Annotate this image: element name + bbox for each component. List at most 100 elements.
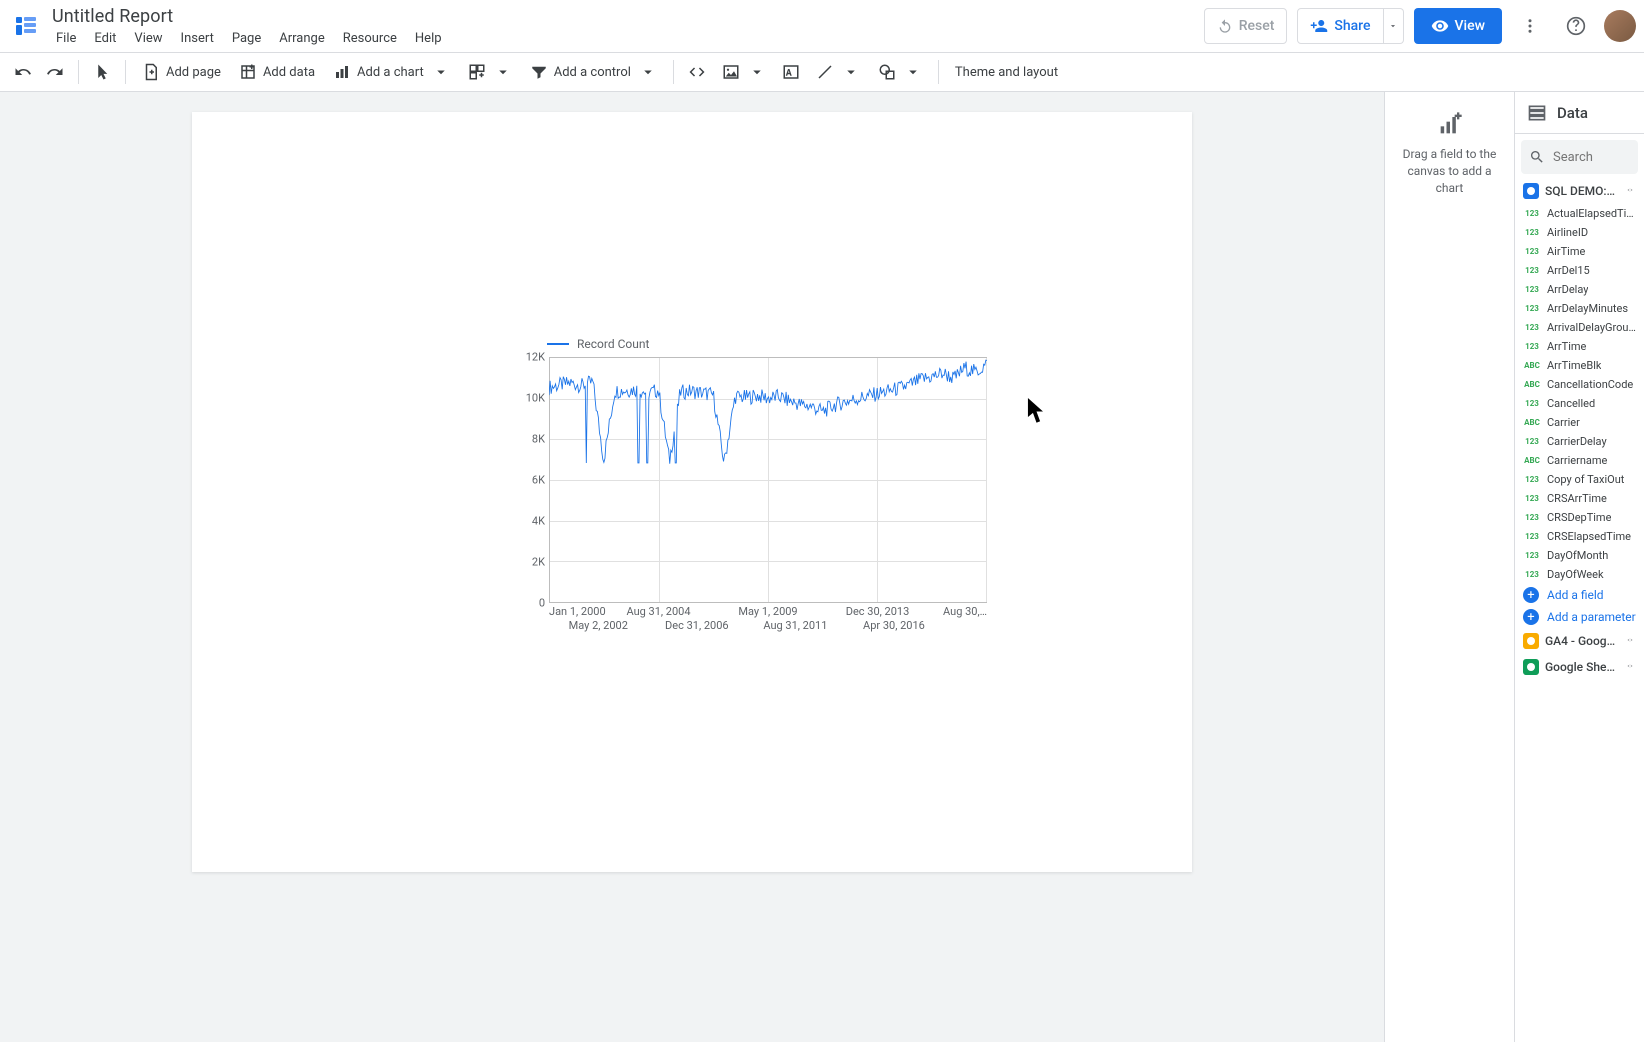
bq-icon xyxy=(1523,183,1539,199)
undo-button[interactable] xyxy=(8,57,38,87)
datasource-row[interactable]: GA4 - Google Merc… xyxy=(1515,628,1644,654)
separator xyxy=(673,60,674,84)
field-row[interactable]: 123ArrivalDelayGroups xyxy=(1515,318,1644,337)
field-row[interactable]: 123ArrTime xyxy=(1515,337,1644,356)
app-logo[interactable] xyxy=(12,12,40,40)
chart[interactable]: Record Count 02K4K6K8K10K12K Jan 1, 2000… xyxy=(517,337,987,657)
field-row[interactable]: 123ArrDel15 xyxy=(1515,261,1644,280)
field-name: ArrTime xyxy=(1547,340,1586,353)
field-name: Copy of TaxiOut xyxy=(1547,473,1624,486)
x-tick-label: May 2, 2002 xyxy=(569,619,628,632)
menu-resource[interactable]: Resource xyxy=(335,28,405,49)
menu-edit[interactable]: Edit xyxy=(86,28,124,49)
field-type-badge: 123 xyxy=(1523,304,1541,313)
field-name: CRSElapsedTime xyxy=(1547,530,1631,543)
datasource-name: SQL DEMO: faa_fli… xyxy=(1545,184,1618,198)
drop-panel[interactable]: Drag a field to the canvas to add a char… xyxy=(1384,92,1514,1042)
field-row[interactable]: 123CarrierDelay xyxy=(1515,432,1644,451)
x-tick-label: Jan 1, 2000 xyxy=(549,605,606,618)
field-row[interactable]: 123CRSDepTime xyxy=(1515,508,1644,527)
embed-button[interactable] xyxy=(682,57,712,87)
add-parameter-button[interactable]: +Add a parameter xyxy=(1515,606,1644,628)
search-input[interactable] xyxy=(1553,150,1630,165)
canvas-page[interactable]: Record Count 02K4K6K8K10K12K Jan 1, 2000… xyxy=(192,112,1192,872)
field-name: ArrDel15 xyxy=(1547,264,1590,277)
share-dropdown[interactable] xyxy=(1384,8,1404,44)
field-row[interactable]: 123DayOfWeek xyxy=(1515,565,1644,584)
field-row[interactable]: 123Cancelled xyxy=(1515,394,1644,413)
avatar[interactable] xyxy=(1604,10,1636,42)
more-button[interactable] xyxy=(1512,8,1548,44)
caret-down-icon xyxy=(842,63,860,81)
add-data-button[interactable]: Add data xyxy=(231,57,323,87)
menu-insert[interactable]: Insert xyxy=(173,28,222,49)
line-button[interactable] xyxy=(808,57,868,87)
add-field-button[interactable]: +Add a field xyxy=(1515,584,1644,606)
expand-icon[interactable] xyxy=(1624,184,1636,199)
search-field[interactable] xyxy=(1521,140,1638,174)
ga-icon xyxy=(1523,633,1539,649)
view-button[interactable]: View xyxy=(1414,8,1503,44)
menu-file[interactable]: File xyxy=(48,28,84,49)
filter-icon xyxy=(530,63,548,81)
field-type-badge: ABC xyxy=(1523,418,1541,427)
menu-help[interactable]: Help xyxy=(407,28,450,49)
y-tick-label: 12K xyxy=(526,351,545,364)
field-row[interactable]: 123AirlineID xyxy=(1515,223,1644,242)
field-name: AirTime xyxy=(1547,245,1585,258)
datasource-row[interactable]: Google Sheets xyxy=(1515,654,1644,680)
chart-icon xyxy=(333,63,351,81)
field-row[interactable]: ABCCancellationCode xyxy=(1515,375,1644,394)
redo-button[interactable] xyxy=(40,57,70,87)
shape-button[interactable] xyxy=(870,57,930,87)
field-name: Carriername xyxy=(1547,454,1607,467)
data-panel-header: Data xyxy=(1515,92,1644,134)
field-row[interactable]: 123DayOfMonth xyxy=(1515,546,1644,565)
document-title[interactable]: Untitled Report xyxy=(48,6,1204,27)
help-icon xyxy=(1566,16,1586,36)
text-button[interactable] xyxy=(776,57,806,87)
field-row[interactable]: ABCCarriername xyxy=(1515,451,1644,470)
separator xyxy=(78,60,79,84)
x-tick-label: Aug 31, 2011 xyxy=(763,619,827,632)
help-button[interactable] xyxy=(1558,8,1594,44)
add-chart-button[interactable]: Add a chart xyxy=(325,57,458,87)
community-viz-button[interactable] xyxy=(460,57,520,87)
menu-arrange[interactable]: Arrange xyxy=(271,28,332,49)
menu-view[interactable]: View xyxy=(126,28,170,49)
canvas-area[interactable]: Record Count 02K4K6K8K10K12K Jan 1, 2000… xyxy=(0,92,1384,1042)
field-name: CarrierDelay xyxy=(1547,435,1607,448)
menu-page[interactable]: Page xyxy=(224,28,269,49)
field-row[interactable]: ABCArrTimeBlk xyxy=(1515,356,1644,375)
field-name: CRSArrTime xyxy=(1547,492,1607,505)
field-row[interactable]: 123CRSElapsedTime xyxy=(1515,527,1644,546)
field-row[interactable]: ABCCarrier xyxy=(1515,413,1644,432)
theme-button[interactable]: Theme and layout xyxy=(947,57,1066,87)
image-button[interactable] xyxy=(714,57,774,87)
add-page-button[interactable]: Add page xyxy=(134,57,229,87)
y-tick-label: 8K xyxy=(532,433,545,446)
field-type-badge: ABC xyxy=(1523,380,1541,389)
add-parameter-label: Add a parameter xyxy=(1547,610,1636,624)
expand-icon[interactable] xyxy=(1624,634,1636,649)
select-tool[interactable] xyxy=(87,57,117,87)
field-name: DayOfWeek xyxy=(1547,568,1604,581)
field-row[interactable]: 123CRSArrTime xyxy=(1515,489,1644,508)
field-list: 123ActualElapsedTime123AirlineID123AirTi… xyxy=(1515,204,1644,584)
field-row[interactable]: 123ActualElapsedTime xyxy=(1515,204,1644,223)
field-row[interactable]: 123Copy of TaxiOut xyxy=(1515,470,1644,489)
y-tick-label: 0 xyxy=(539,597,545,610)
field-type-badge: 123 xyxy=(1523,399,1541,408)
legend-label: Record Count xyxy=(577,337,649,351)
caret-down-icon xyxy=(904,63,922,81)
share-button[interactable]: Share xyxy=(1297,8,1383,44)
undo-icon xyxy=(1217,18,1233,34)
add-control-button[interactable]: Add a control xyxy=(522,57,665,87)
expand-icon[interactable] xyxy=(1624,660,1636,675)
field-row[interactable]: 123AirTime xyxy=(1515,242,1644,261)
reset-button[interactable]: Reset xyxy=(1204,8,1288,44)
person-add-icon xyxy=(1310,17,1328,35)
field-row[interactable]: 123ArrDelayMinutes xyxy=(1515,299,1644,318)
field-row[interactable]: 123ArrDelay xyxy=(1515,280,1644,299)
datasource-row[interactable]: SQL DEMO: faa_fli… xyxy=(1515,178,1644,204)
